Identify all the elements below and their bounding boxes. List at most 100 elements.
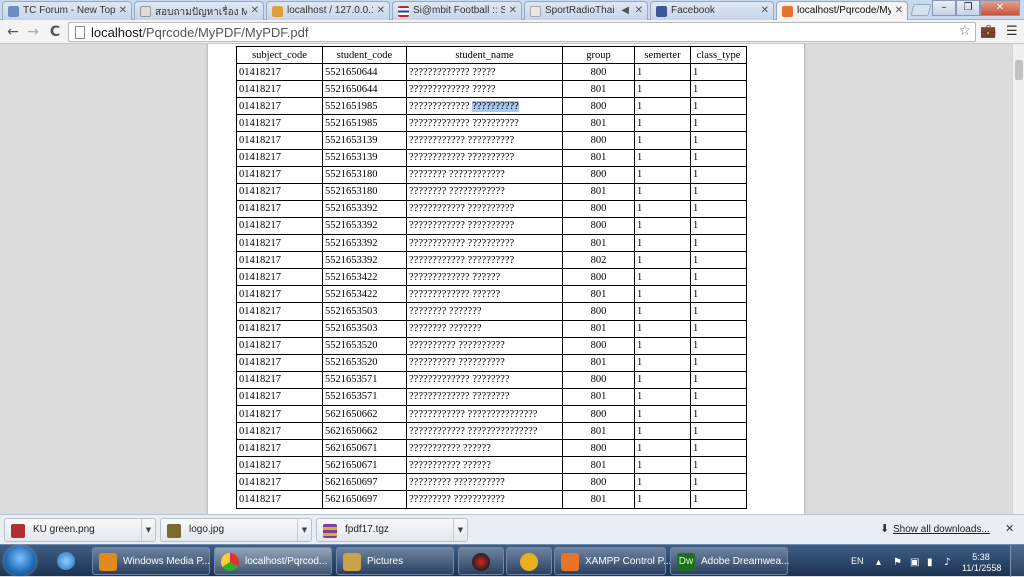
chevron-down-icon[interactable]: ▼ [297,519,311,541]
scrollbar-thumb[interactable] [1015,60,1023,80]
cell-student-code: 5521653180 [322,165,407,184]
tab-close-icon[interactable]: ✕ [761,5,769,16]
download-item-ku-green[interactable]: KU green.png ▼ [4,518,156,542]
table-row: 01418217 5521653392 ???????????? ?????????… [236,251,747,270]
tab-close-icon[interactable]: ✕ [895,5,903,16]
tab-mypdf-active[interactable]: localhost/Pqrcode/My ✕ [776,1,908,21]
tab-mysql-question[interactable]: สอบถามปัญหาเรื่อง MYSQL ✕ [134,1,264,20]
table-row: 01418217 5521653571 ????????????? ????????… [236,370,747,389]
address-bar[interactable]: localhost/Pqrcode/MyPDF/MyPDF.pdf ☆ [68,22,976,42]
cell-text: 01418217 [239,186,281,198]
tab-label: TC Forum - New Topic [23,5,115,16]
cell-text: ????????? ??????????? [409,493,505,505]
start-button[interactable] [4,546,36,576]
student-table: subject_code student_code student_name g… [236,45,747,509]
bookmark-star-icon[interactable]: ☆ [958,23,971,39]
new-tab-button[interactable] [910,4,932,16]
cell-subject-code: 01418217 [236,285,323,304]
cell-text: ?????????? ?????????? [409,357,505,369]
cell-student-name: ???????????? ?????????? [406,216,563,236]
system-clock[interactable]: 5:38 11/1/2558 [962,552,1001,574]
cell-group: 800 [562,63,635,82]
cell-text: 1 [637,135,643,147]
taskbar-windows-media-player[interactable]: Windows Media P... [92,547,210,575]
table-row: 01418217 5521653180 ???????? ???????????? 8… [236,165,747,184]
cell-student-name: ???????????? ?????????? [406,199,563,218]
tab-label: localhost/Pqrcode/My [797,5,891,16]
cell-text: 1 [693,203,699,215]
taskbar-dreamweaver[interactable]: Dw Adobe Dreamwea... [670,547,789,575]
minimize-button[interactable]: – [932,0,956,16]
chevron-down-icon[interactable]: ▼ [141,519,155,541]
taskbar-chrome[interactable]: localhost/Pqrcod... [214,547,332,575]
tray-volume-icon[interactable]: ♪ [944,557,950,568]
cell-group: 800 [562,439,635,458]
internet-explorer-icon [57,552,75,570]
reload-button[interactable]: C [46,23,64,41]
taskbar-app-yellow[interactable] [506,547,552,575]
menu-icon[interactable]: ☰ [1006,24,1018,39]
tab-tc-forum[interactable]: TC Forum - New Topic ✕ [2,1,132,20]
cell-subject-code: 01418217 [236,319,323,338]
show-desktop-button[interactable] [1010,545,1024,577]
cell-subject-code: 01418217 [236,490,323,509]
tab-phpmyadmin[interactable]: localhost / 127.0.0.1 / ✕ [266,1,390,20]
chrome-icon [221,553,239,571]
cell-semester: 1 [634,114,691,133]
tab-facebook[interactable]: Facebook ✕ [650,1,774,20]
chevron-down-icon[interactable]: ▼ [453,519,467,541]
taskbar-app-dark[interactable] [458,547,504,575]
taskbar-pictures[interactable]: Pictures [336,547,454,575]
tray-app-icon[interactable]: ▣ [910,557,919,568]
cell-semester: 1 [634,422,691,441]
url-text[interactable]: localhost/Pqrcode/MyPDF/MyPDF.pdf [91,25,308,40]
tab-close-icon[interactable]: ✕ [251,5,259,16]
language-indicator[interactable]: EN [851,556,864,566]
briefcase-icon[interactable]: 💼 [980,24,996,39]
download-filename: logo.jpg [189,524,225,535]
cell-student-name: ????????????? ???????? [406,387,563,406]
table-row: 01418217 5521650644 ????????????? ????? 800… [236,63,747,82]
restore-button[interactable]: ❐ [956,0,980,16]
forward-button[interactable]: → [24,23,42,41]
cell-semester: 1 [634,165,691,184]
show-all-downloads-link[interactable]: Show all downloads... [893,524,990,535]
cell-subject-code: 01418217 [236,473,323,492]
cell-student-name: ?????????? ?????????? [406,353,563,372]
download-item-logo[interactable]: logo.jpg ▼ [160,518,312,542]
tab-siambit-football[interactable]: Si@mbit Football :: Sia ✕ [392,1,522,20]
taskbar-xampp[interactable]: XAMPP Control P... [554,547,671,575]
cell-subject-code: 01418217 [236,370,323,389]
close-shelf-button[interactable]: ✕ [1005,522,1014,535]
close-window-button[interactable]: ✕ [980,0,1020,16]
cell-semester: 1 [634,199,691,218]
cell-text: 5521653520 [325,357,378,369]
table-row: 01418217 5521653392 ???????????? ?????????… [236,199,747,218]
cell-student-code: 5521650644 [322,63,407,82]
cell-class-type: 1 [690,182,747,201]
download-item-fpdf[interactable]: fpdf17.tgz ▼ [316,518,468,542]
tray-network-icon[interactable]: ▮ [927,557,933,568]
cell-student-code: 5521653392 [322,199,407,218]
cell-student-name: ???????????? ?????????? [406,131,563,150]
cell-subject-code: 01418217 [236,387,323,406]
back-button[interactable]: ← [4,23,22,41]
internet-explorer-pinned[interactable] [46,547,86,575]
tray-arrow-icon[interactable]: ▴ [876,557,881,568]
cell-text: 801 [590,117,607,129]
cell-class-type: 1 [690,63,747,82]
cell-text: ???????????? ?????????? [409,220,515,232]
cell-class-type: 1 [690,473,747,492]
tab-close-icon[interactable]: ✕ [509,5,517,16]
vertical-scrollbar[interactable] [1012,44,1024,514]
tab-close-icon[interactable]: ✕ [635,5,643,16]
download-filename: fpdf17.tgz [345,524,389,535]
tab-label: สอบถามปัญหาเรื่อง MYSQL [155,7,247,18]
tab-close-icon[interactable]: ✕ [119,5,127,16]
cell-class-type: 1 [690,439,747,458]
tab-close-icon[interactable]: ✕ [377,5,385,16]
cell-student-code: 5621650697 [322,473,407,492]
tray-flag-icon[interactable]: ⚑ [893,557,902,568]
tab-sportradiothai[interactable]: SportRadioThai On ◀ ✕ [524,1,648,20]
cell-text: 01418217 [239,493,281,505]
